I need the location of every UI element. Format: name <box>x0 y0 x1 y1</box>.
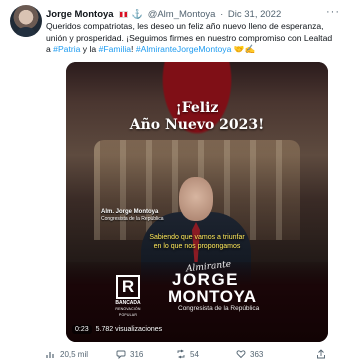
speaker-head-image <box>179 177 213 221</box>
party-logo: R <box>116 275 140 299</box>
more-options-icon[interactable]: ··· <box>326 6 340 18</box>
retweet-action[interactable]: 54 <box>176 349 199 359</box>
tweet-text-exclaim: ! <box>131 44 134 54</box>
hashtag-familia-link[interactable]: #Familia <box>99 44 131 54</box>
like-action[interactable]: 363 <box>236 349 263 359</box>
share-icon <box>317 349 325 359</box>
tweet-actions: 20,5 mil 316 54 363 <box>46 349 336 361</box>
meta-separator: · <box>220 9 224 20</box>
author-avatar[interactable] <box>10 5 42 37</box>
tweet-date[interactable]: Dic 31, 2022 <box>228 9 281 20</box>
tweet-text: Queridos compatriotas, les deseo un feli… <box>46 21 338 56</box>
reply-action[interactable]: 316 <box>116 349 143 359</box>
like-icon <box>236 350 246 359</box>
party-logo-sub: RENOVACIÓN POPULAR <box>115 307 141 317</box>
subtitle-line2: en lo que nos propongamos <box>153 243 241 250</box>
tweet-text-and: y la <box>82 44 97 54</box>
greeting-title: ¡Feliz Año Nuevo 2023! <box>66 100 328 134</box>
views-icon <box>46 352 54 358</box>
video-player[interactable]: ¡Feliz Año Nuevo 2023! Alm. Jorge Montoy… <box>66 62 328 342</box>
hashtag-almirante-link[interactable]: #AlmiranteJorgeMontoya <box>136 44 232 54</box>
author-handle[interactable]: @Alm_Montoya <box>148 9 216 20</box>
video-overlay: 0:23 5.782 visualizaciones <box>72 325 162 334</box>
anchor-icon: ⚓ <box>131 9 144 19</box>
reply-icon <box>116 350 126 359</box>
video-views: 5.782 visualizaciones <box>95 326 163 333</box>
party-logo-label: BANCADA RENOVACIÓN POPULAR <box>112 300 144 318</box>
handshake-emoji: 🤝✍ <box>233 44 256 54</box>
greeting-line1: ¡Feliz <box>175 100 219 116</box>
tweet-text-line2: unión y prosperidad. ¡Seguimos firmes en… <box>46 32 333 43</box>
video-time: 0:23 <box>72 325 92 334</box>
brand-role: Congresista de la República <box>178 305 260 312</box>
speaker-caption-role: Congresista de la República <box>101 216 164 222</box>
tweet-text-line1: Queridos compatriotas, les deseo un feli… <box>46 21 324 31</box>
author-name[interactable]: Jorge Montoya <box>46 9 114 20</box>
greeting-line2: Año Nuevo 2023! <box>129 117 265 133</box>
speaker-caption-name: Alm. Jorge Montoya <box>101 209 159 215</box>
hashtag-patria-link[interactable]: #Patria <box>53 44 80 54</box>
video-subtitle: Sabiendo que vamos a triunfar en lo que … <box>66 233 328 251</box>
views-action[interactable]: 20,5 mil <box>46 349 88 359</box>
retweet-count: 54 <box>190 349 199 359</box>
tweet-header: Jorge Montoya ⚓ @Alm_Montoya · Dic 31, 2… <box>46 9 281 20</box>
tweet-text-prefix: a <box>46 44 51 54</box>
speaker-caption: Alm. Jorge Montoya Congresista de la Rep… <box>101 209 164 223</box>
views-count: 20,5 mil <box>60 349 89 359</box>
reply-count: 316 <box>130 349 144 359</box>
brand-last-name: MONTOYA <box>168 287 257 306</box>
peru-flag-icon <box>119 11 129 18</box>
share-action[interactable] <box>316 349 326 359</box>
subtitle-line1: Sabiendo que vamos a triunfar <box>149 234 245 241</box>
like-count: 363 <box>250 349 264 359</box>
retweet-icon <box>177 349 185 359</box>
